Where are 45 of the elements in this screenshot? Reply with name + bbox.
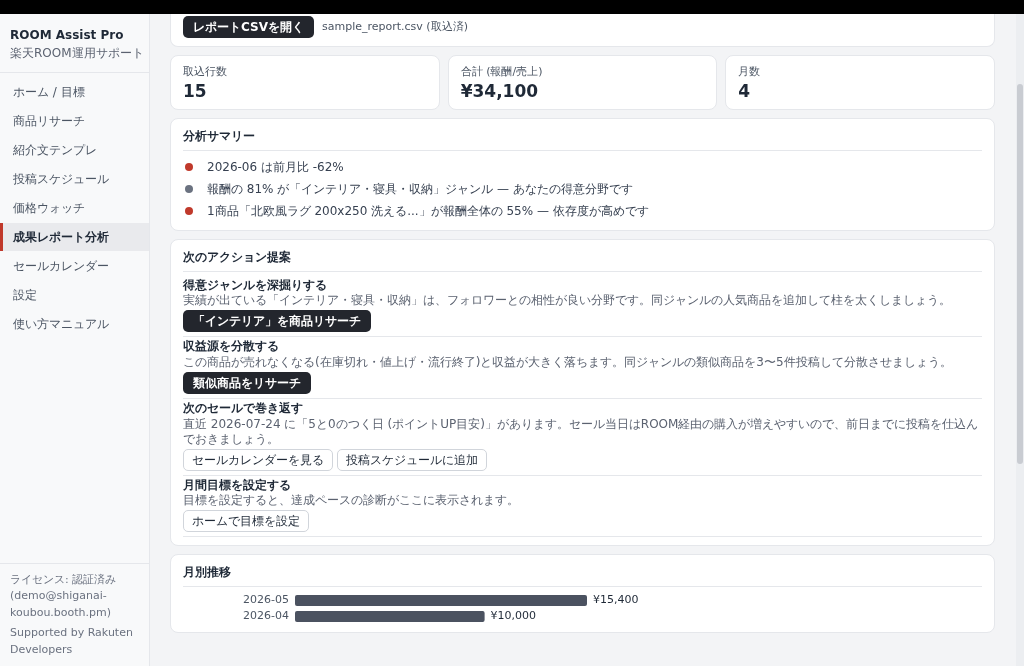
file-name: sample_report.csv (取込済) [321,18,468,35]
stat-value: 4 [738,80,752,101]
sidebar-item[interactable]: 商品リサーチ [0,107,149,135]
action-text: この商品が売れなくなる(在庫切れ・値上げ・流行終了)と収益が大きく落ちます。同ジャンルの類似商品を3〜5件投稿して分散させましょう。 [183,355,953,371]
axis-label: 2026-04 [242,608,289,624]
axis-label: 2026-05 [242,592,289,608]
action-button[interactable]: セールカレンダーを見る [183,448,333,471]
sidebar-item[interactable]: ホーム / 目標 [0,78,149,106]
app-subtitle: 楽天ROOM運用サポート [10,45,139,62]
action-text: 目標を設定すると、達成ペースの診断がここに表示されます。 [183,493,520,509]
sidebar-item[interactable]: 投稿スケジュール [0,165,149,193]
sidebar-item[interactable]: 成果レポート分析 [0,223,149,251]
summary-text: 1商品「北欧風ラグ 200x250 洗える...」が報酬全体の 55% — 依存度が高めです [207,202,649,220]
sidebar-item[interactable]: 価格ウォッチ [0,194,149,222]
open-csv-button[interactable]: レポートCSVを開く [183,16,314,38]
card-title: 月別推移 [183,563,982,588]
sidebar-item[interactable]: 設定 [0,281,149,309]
summary-text: 報酬の 81% が「インテリア・寝具・収納」ジャンル — あなたの得意分野です [207,180,633,198]
credit-text: Supported by Rakuten Developers [10,625,134,658]
action-button[interactable]: 「インテリア」を商品リサーチ [183,310,371,333]
action-heading: 月間目標を設定する [183,477,292,494]
stat-label: 合計 (報酬/売上) [460,64,544,80]
action-heading: 得意ジャンルを深掘りする [183,277,328,294]
action-button[interactable]: 投稿スケジュールに追加 [337,448,487,471]
action-button[interactable]: ホームで目標を設定 [183,510,309,533]
sidebar-item[interactable]: 紹介文テンプレ [0,136,149,164]
stat-value: ¥34,100 [460,80,540,101]
card-title: 分析サマリー [183,126,982,151]
action-heading: 収益源を分散する [183,339,280,356]
value-label: ¥15,400 [593,592,639,608]
sidebar-item[interactable]: セールカレンダー [0,252,149,280]
action-heading: 次のセールで巻き返す [183,401,304,417]
scrollbar[interactable] [1016,14,1024,666]
sidebar-item[interactable]: 使い方マニュアル [0,310,149,338]
action-text: 実績が出ている「インテリア・寝具・収納」は、フォロワーとの相性が良い分野です。同ジャンルの人気商品を追加して柱を太くしましょう。 [183,293,952,309]
license-text: ライセンス: 認証済み (demo@shiganai-koubou.booth.pm) [10,571,118,621]
stat-value: 15 [183,80,208,101]
app-title: ROOM Assist Pro [10,27,125,44]
stat-label: 取込行数 [183,64,228,80]
stat-label: 月数 [738,64,762,80]
value-label: ¥10,000 [490,608,537,624]
action-text: 直近 2026-07-24 に「5と0のつく日 (ポイントUP目安)」があります。セール当日はROOM経由の購入が増えやすいので、前日までに投稿を仕込んでおきましょう。 [183,416,980,447]
summary-text: 2026-06 は前月比 -62% [207,158,344,176]
action-button[interactable]: 類似商品をリサーチ [183,372,311,395]
card-title: 次のアクション提案 [183,247,982,272]
